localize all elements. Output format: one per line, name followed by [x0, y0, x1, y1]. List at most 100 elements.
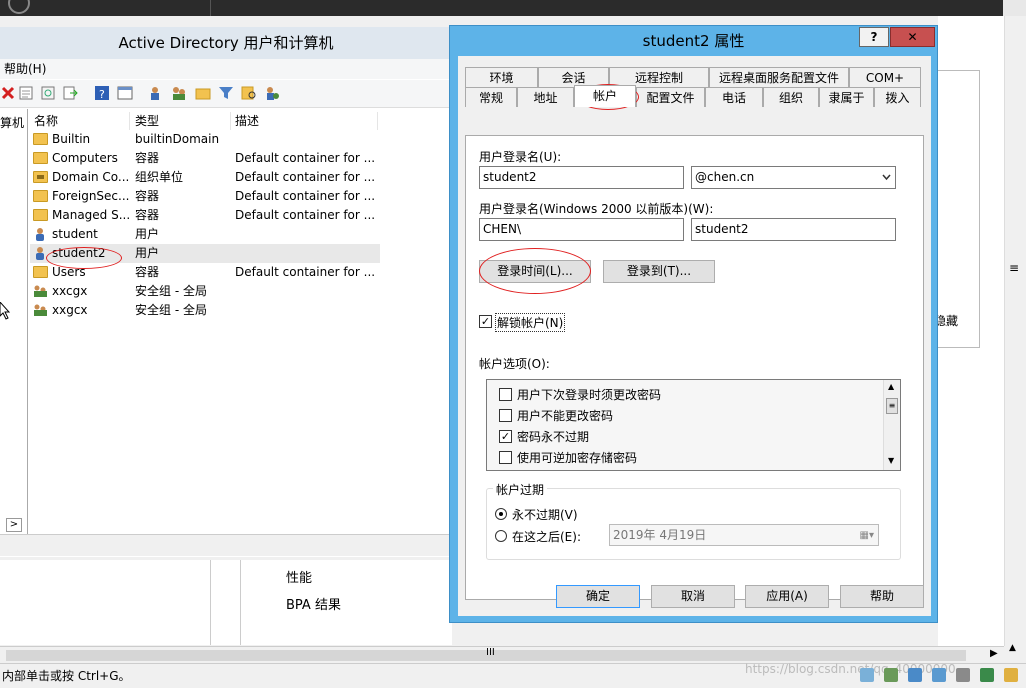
performance-link[interactable]: 性能 [286, 567, 312, 586]
tab-organization[interactable]: 组织 [763, 87, 819, 107]
tray-network-icon[interactable] [884, 668, 898, 682]
help-icon[interactable]: ? [94, 85, 110, 101]
tray-sound-icon[interactable] [980, 668, 994, 682]
logon-name-label: 用户登录名(U): [479, 150, 562, 164]
new-ou-icon[interactable] [195, 85, 211, 101]
menu-help[interactable]: 帮助(H) [4, 62, 46, 76]
tab-remote-control[interactable]: 远程控制 [609, 67, 709, 87]
tree-label[interactable]: 算机 [0, 114, 24, 131]
top-right-panel [1003, 0, 1026, 16]
account-options-list[interactable]: 用户下次登录时须更改密码 用户不能更改密码 ✓ 密码永不过期 使用可逆加密存储密… [486, 379, 901, 471]
end-of-radio[interactable] [495, 530, 507, 542]
tab-rds-profile[interactable]: 远程桌面服务配置文件 [709, 67, 849, 87]
system-tray [840, 666, 1020, 684]
logon-to-button[interactable]: 登录到(T)... [603, 260, 715, 283]
new-group-icon[interactable] [171, 85, 187, 101]
add-to-group-icon[interactable] [264, 85, 280, 101]
never-expires-label[interactable]: 永不过期(V) [512, 506, 578, 523]
expire-date-picker[interactable]: 2019年 4月19日 ▦▾ [609, 524, 879, 546]
close-icon[interactable]: ✕ [890, 27, 935, 47]
option-checkbox[interactable] [499, 388, 512, 401]
table-row[interactable]: Builtin builtinDomain [30, 130, 380, 149]
calendar-icon[interactable]: ▦▾ [860, 525, 874, 546]
horizontal-scrollbar[interactable] [0, 534, 452, 556]
column-header-name[interactable]: 名称 [30, 112, 130, 130]
tray-disk-icon[interactable] [908, 668, 922, 682]
table-row[interactable]: Users 容器 Default container for ... [30, 263, 380, 282]
row-name: Managed S... [52, 208, 131, 222]
scroll-down-icon[interactable]: ▼ [888, 456, 894, 465]
column-header-type[interactable]: 类型 [131, 112, 231, 130]
table-row[interactable]: Domain Co... 组织单位 Default container for … [30, 168, 380, 187]
tab-environment[interactable]: 环境 [465, 67, 538, 87]
properties-dialog: student2 属性 ? ✕ 环境 会话 远程控制 远程桌面服务配置文件 CO… [449, 25, 938, 623]
option-checkbox[interactable] [499, 409, 512, 422]
help-button[interactable]: 帮助 [840, 585, 924, 608]
tray-device-icon[interactable] [956, 668, 970, 682]
view-icon[interactable] [117, 85, 133, 101]
tree-pane[interactable]: 算机 > [0, 109, 28, 534]
apply-button[interactable]: 应用(A) [745, 585, 829, 608]
end-of-label[interactable]: 在这之后(E): [512, 528, 581, 545]
row-desc: Default container for ... [235, 265, 376, 279]
tab-member-of[interactable]: 隶属于 [819, 87, 874, 107]
pre2000-domain-input[interactable]: CHEN\ [479, 218, 684, 241]
tab-com[interactable]: COM+ [849, 67, 921, 87]
tray-flag-icon[interactable] [860, 668, 874, 682]
logon-name-input[interactable]: student2 [479, 166, 684, 189]
tab-account[interactable]: 帐户 [574, 85, 636, 107]
up-arrow-icon[interactable]: ▲ [1009, 643, 1016, 653]
row-type: 容器 [135, 208, 160, 222]
domain-select[interactable]: @chen.cn [691, 166, 896, 189]
scroll-up-icon[interactable]: ▲ [888, 382, 894, 391]
scroll-right-icon[interactable]: > [6, 518, 22, 532]
filter-icon[interactable] [218, 85, 234, 101]
tray-folder-icon[interactable] [1004, 668, 1018, 682]
pre2000-name-input[interactable]: student2 [691, 218, 896, 241]
column-header-desc[interactable]: 描述 [231, 112, 378, 130]
bottom-scrollbar[interactable]: III ▶ [0, 646, 1004, 663]
table-row[interactable]: Managed S... 容器 Default container for ..… [30, 206, 380, 225]
object-list[interactable]: 名称 类型 描述 Builtin builtinDomain Computers… [30, 109, 452, 534]
never-expires-radio[interactable] [495, 508, 507, 520]
scroll-thumb[interactable]: ≡ [886, 398, 898, 414]
option-checkbox[interactable]: ✓ [499, 430, 512, 443]
table-row[interactable]: xxcgx 安全组 - 全局 [30, 282, 380, 301]
unlock-checkbox[interactable]: ✓ [479, 315, 492, 328]
row-name: student2 [52, 246, 106, 260]
find-icon[interactable] [241, 85, 257, 101]
option-checkbox[interactable] [499, 451, 512, 464]
unlock-label[interactable]: 解锁帐户(N) [495, 313, 566, 332]
export-icon[interactable] [62, 85, 78, 101]
tab-profile[interactable]: 配置文件 [636, 87, 705, 107]
row-type: 容器 [135, 265, 160, 279]
table-row[interactable]: Computers 容器 Default container for ... [30, 149, 380, 168]
delete-icon[interactable] [0, 85, 16, 101]
help-icon[interactable]: ? [859, 27, 889, 47]
row-name: Users [52, 265, 86, 279]
row-desc: Default container for ... [235, 170, 376, 184]
table-row[interactable]: ForeignSec... 容器 Default container for .… [30, 187, 380, 206]
option-label: 用户下次登录时须更改密码 [517, 388, 662, 402]
new-user-icon[interactable] [148, 85, 164, 101]
table-row[interactable]: xxgcx 安全组 - 全局 [30, 301, 380, 320]
tray-monitor-icon[interactable] [932, 668, 946, 682]
bpa-results-link[interactable]: BPA 结果 [286, 594, 341, 613]
tab-address[interactable]: 地址 [517, 87, 574, 107]
tab-general[interactable]: 常规 [465, 87, 517, 107]
options-scrollbar[interactable]: ▲ ≡ ▼ [883, 380, 900, 470]
account-options-label: 帐户选项(O): [479, 357, 550, 371]
tab-sessions[interactable]: 会话 [538, 67, 609, 87]
properties-icon[interactable] [18, 85, 34, 101]
cancel-button[interactable]: 取消 [651, 585, 735, 608]
table-row[interactable]: student 用户 [30, 225, 380, 244]
refresh-icon[interactable] [40, 85, 56, 101]
tab-dial-in[interactable]: 拨入 [874, 87, 921, 107]
table-row-selected[interactable]: student2 用户 [30, 244, 380, 263]
row-type: 容器 [135, 189, 160, 203]
tab-telephones[interactable]: 电话 [705, 87, 763, 107]
right-scrollbar[interactable]: ≡ ▲ [1004, 16, 1026, 653]
scroll-right-arrow-icon[interactable]: ▶ [990, 648, 998, 659]
ok-button[interactable]: 确定 [556, 585, 640, 608]
logon-hours-button[interactable]: 登录时间(L)... [479, 260, 591, 283]
